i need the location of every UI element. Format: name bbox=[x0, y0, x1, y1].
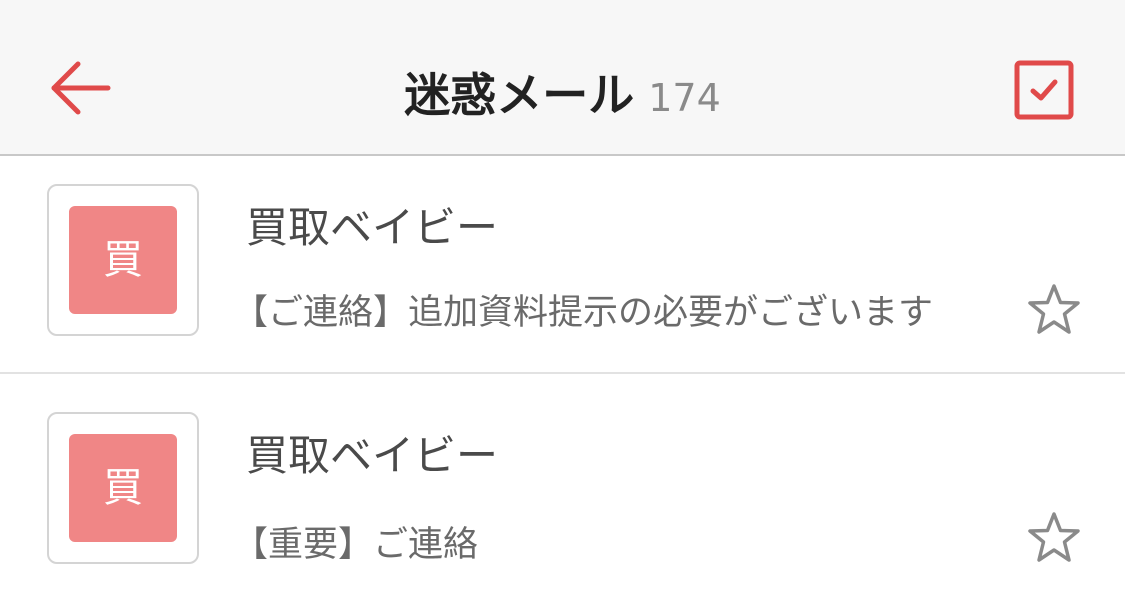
select-mode-button[interactable] bbox=[1014, 60, 1074, 120]
mail-list-item[interactable]: 買 買取ベイビー 【重要】ご連絡 bbox=[0, 374, 1125, 592]
avatar-letter: 買 bbox=[69, 434, 177, 542]
mail-subject: 【重要】ご連絡 bbox=[233, 525, 479, 565]
header-bar: 迷惑メール 174 bbox=[0, 0, 1125, 156]
checkbox-checked-icon bbox=[1014, 60, 1074, 120]
star-button[interactable] bbox=[1026, 510, 1082, 566]
star-button[interactable] bbox=[1026, 282, 1082, 338]
mail-list-item[interactable]: 買 買取ベイビー 【ご連絡】追加資料提示の必要がございます bbox=[0, 156, 1125, 374]
mail-count: 174 bbox=[648, 76, 721, 120]
title-group: 迷惑メール 174 bbox=[0, 60, 1125, 130]
sender-avatar: 買 bbox=[47, 412, 199, 564]
star-outline-icon bbox=[1028, 512, 1080, 562]
avatar-letter: 買 bbox=[69, 206, 177, 314]
mail-subject: 【ご連絡】追加資料提示の必要がございます bbox=[233, 293, 934, 333]
mail-sender: 買取ベイビー bbox=[246, 203, 499, 252]
mail-sender: 買取ベイビー bbox=[246, 431, 499, 480]
page-title: 迷惑メール bbox=[404, 68, 635, 122]
sender-avatar: 買 bbox=[47, 184, 199, 336]
star-outline-icon bbox=[1028, 284, 1080, 334]
